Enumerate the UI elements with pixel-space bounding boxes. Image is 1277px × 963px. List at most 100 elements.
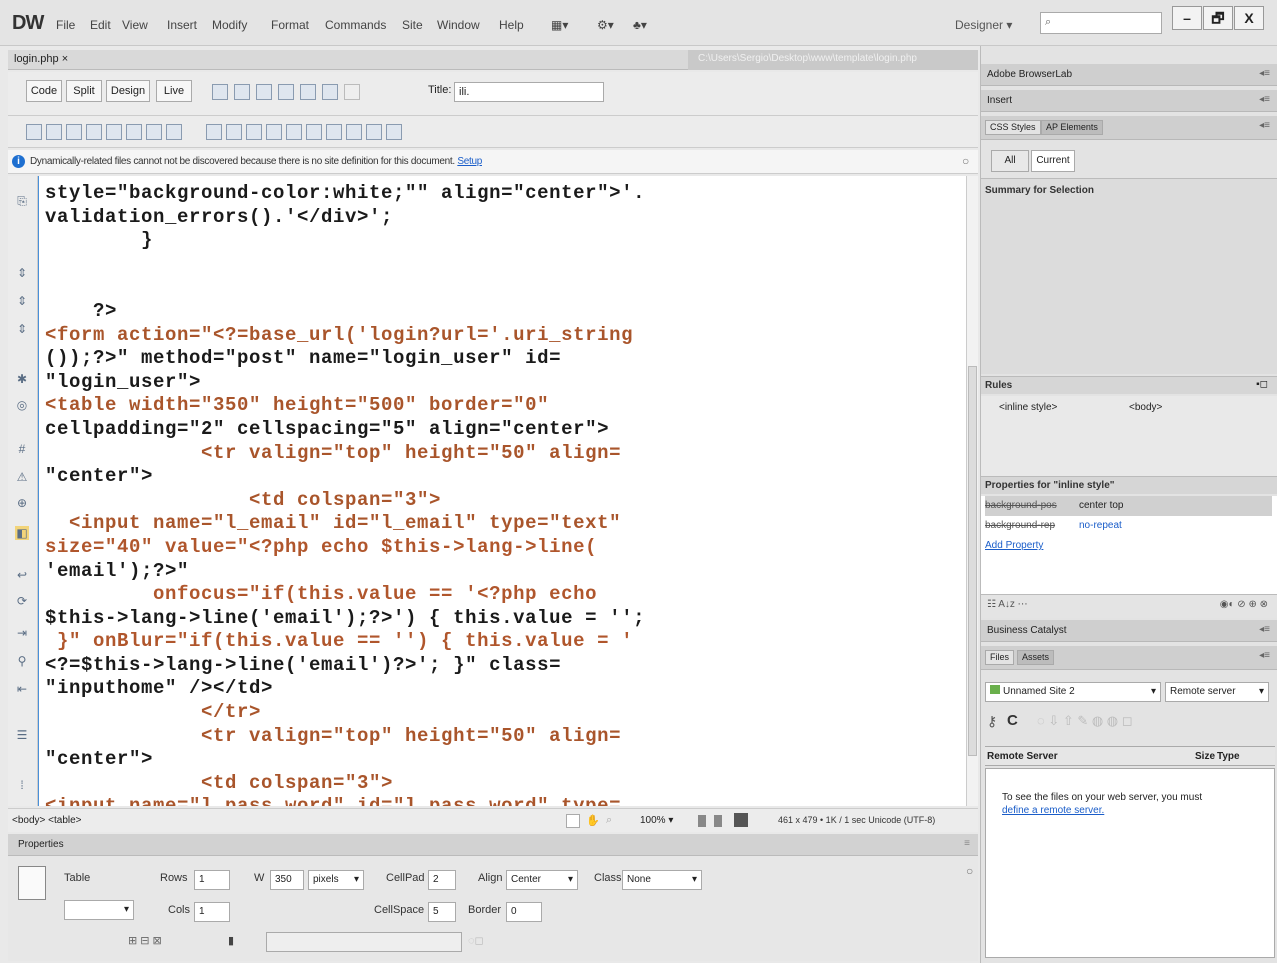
invalid-code-icon[interactable]: ⚠ (15, 470, 29, 484)
menu-file[interactable]: File (56, 18, 75, 32)
indent-icon[interactable]: ⇥ (15, 626, 29, 640)
outdent-icon[interactable] (286, 124, 302, 140)
snippets-icon[interactable] (346, 124, 362, 140)
insert-panel-header[interactable]: Insert ◂≡ (981, 90, 1277, 112)
format-source-icon[interactable] (386, 124, 402, 140)
menu-help[interactable]: Help (499, 18, 524, 32)
expand-all-icon[interactable]: ⇕ (15, 322, 29, 336)
table-id-select[interactable] (64, 900, 134, 920)
live-code-icon[interactable] (212, 84, 228, 100)
menu-window[interactable]: Window (437, 18, 480, 32)
visual-aids-icon[interactable] (322, 84, 338, 100)
more-icon[interactable]: ⁞ (15, 778, 29, 792)
menu-commands[interactable]: Commands (325, 18, 386, 32)
menu-site[interactable]: Site (402, 18, 423, 32)
class-select[interactable]: None (622, 870, 702, 890)
css-all-button[interactable]: All (991, 150, 1029, 172)
tab-ap-elements[interactable]: AP Elements (1041, 120, 1103, 135)
syntax-icon[interactable]: ⊕ (15, 496, 29, 510)
define-remote-link[interactable]: define a remote server. (1002, 805, 1104, 816)
css-property-row[interactable]: background-rep no-repeat (985, 516, 1272, 536)
move-css-icon[interactable] (366, 124, 382, 140)
refresh-icon[interactable] (344, 84, 360, 100)
split-view-button[interactable]: Split (66, 80, 102, 102)
menu-modify[interactable]: Modify (212, 18, 247, 32)
minimize-button[interactable]: – (1172, 6, 1202, 30)
comment-icon[interactable]: ◧ (15, 526, 29, 540)
css-current-button[interactable]: Current (1031, 150, 1075, 172)
comment-icon[interactable] (306, 124, 322, 140)
workspace-switcher[interactable]: Designer ▾ (955, 18, 1012, 32)
site-select[interactable]: Unnamed Site 2 (985, 682, 1161, 702)
close-tab-icon[interactable]: × (62, 53, 68, 65)
tab-assets[interactable]: Assets (1017, 650, 1055, 665)
connect-icon[interactable]: ⚷ (987, 713, 997, 730)
css-action-icons[interactable]: ◉◐ ⊘ ⊕ ⊗ (1220, 599, 1268, 610)
wrap-icon[interactable]: ↩ (15, 568, 29, 582)
format-icon[interactable]: ⚲ (15, 654, 29, 668)
window-size-icon[interactable] (698, 815, 706, 827)
zoom-tool-icon[interactable]: ⌕ (606, 814, 612, 827)
server-select[interactable]: Remote server (1165, 682, 1269, 702)
select-tool-icon[interactable] (566, 814, 580, 828)
apply-format-icon[interactable]: ☰ (15, 728, 29, 742)
code-editor[interactable]: style="background-color:white;"" align="… (38, 176, 966, 806)
layout-icon[interactable]: ▦▾ (551, 18, 568, 32)
open-documents-icon[interactable] (26, 124, 42, 140)
code-view-button[interactable]: Code (26, 80, 62, 102)
col-type[interactable]: Type (1217, 751, 1240, 762)
collapse-selection-icon[interactable]: ⇕ (15, 294, 29, 308)
border-input[interactable]: 0 (506, 902, 542, 922)
file-ops-icons[interactable]: ◌ ⇩ ⇧ ✎ ◍ ◍ ◻ (1037, 713, 1133, 729)
rules-view-icon[interactable]: ▪◻ (1256, 379, 1268, 390)
select-parent-icon[interactable]: ✱ (15, 372, 29, 386)
width-input[interactable]: 350 (270, 870, 304, 890)
dismiss-info-icon[interactable]: ○ (962, 154, 969, 168)
outdent-icon[interactable]: ⇤ (15, 682, 29, 696)
collapse-tag-icon[interactable] (46, 124, 62, 140)
file-management-icon[interactable] (300, 84, 316, 100)
close-button[interactable]: X (1234, 6, 1264, 30)
expand-all-icon[interactable] (86, 124, 102, 140)
collapse-full-tag-icon[interactable]: ⇕ (15, 266, 29, 280)
scrollbar-thumb[interactable] (968, 366, 977, 756)
design-view-button[interactable]: Design (106, 80, 150, 102)
tab-login-php[interactable]: login.php × (14, 53, 68, 65)
browse-icon[interactable]: ◌◻ (468, 934, 484, 947)
title-input[interactable]: ili. (454, 82, 604, 102)
snippet-icon[interactable]: ⟳ (15, 594, 29, 608)
zoom-select[interactable]: 100% ▾ (640, 815, 673, 826)
cellpad-input[interactable]: 2 (428, 870, 456, 890)
rule-tag[interactable]: <body> (1129, 402, 1162, 413)
cellspace-input[interactable]: 5 (428, 902, 456, 922)
menu-view[interactable]: View (122, 18, 148, 32)
menu-format[interactable]: Format (271, 18, 309, 32)
browserlab-panel-header[interactable]: Adobe BrowserLab ◂≡ (981, 64, 1277, 86)
balance-icon[interactable]: ◎ (15, 398, 29, 412)
line-numbers-icon[interactable] (146, 124, 162, 140)
hidden-chars-icon[interactable] (246, 124, 262, 140)
inspect-icon[interactable] (234, 84, 250, 100)
indent-icon[interactable] (266, 124, 282, 140)
rows-input[interactable]: 1 (194, 870, 230, 890)
desktop-size-icon[interactable] (734, 813, 748, 827)
line-numbers-icon[interactable]: # (15, 442, 29, 456)
site-icon[interactable]: ♣▾ (633, 18, 647, 32)
code-scrollbar[interactable] (966, 176, 978, 806)
uncomment-icon[interactable] (326, 124, 342, 140)
cols-input[interactable]: 1 (194, 902, 230, 922)
tab-css-styles[interactable]: CSS Styles (985, 120, 1041, 135)
table-width-icons[interactable]: ⊞ ⊟ ⊠ (128, 934, 162, 947)
restore-button[interactable]: 🗗 (1203, 6, 1233, 30)
menu-insert[interactable]: Insert (167, 18, 197, 32)
hand-tool-icon[interactable]: ✋ (586, 814, 600, 827)
window-size-icon-2[interactable] (714, 815, 722, 827)
tag-selector[interactable]: <body> <table> (12, 815, 82, 826)
refresh-icon[interactable]: C (1007, 712, 1018, 729)
menu-edit[interactable]: Edit (90, 18, 111, 32)
rule-selector[interactable]: <inline style> (999, 402, 1057, 413)
preview-browser-icon[interactable] (278, 84, 294, 100)
search-input[interactable]: ⌕ (1040, 12, 1162, 34)
open-document-icon[interactable]: ⎘ (15, 194, 29, 208)
help-icon[interactable]: ○ (966, 864, 973, 878)
